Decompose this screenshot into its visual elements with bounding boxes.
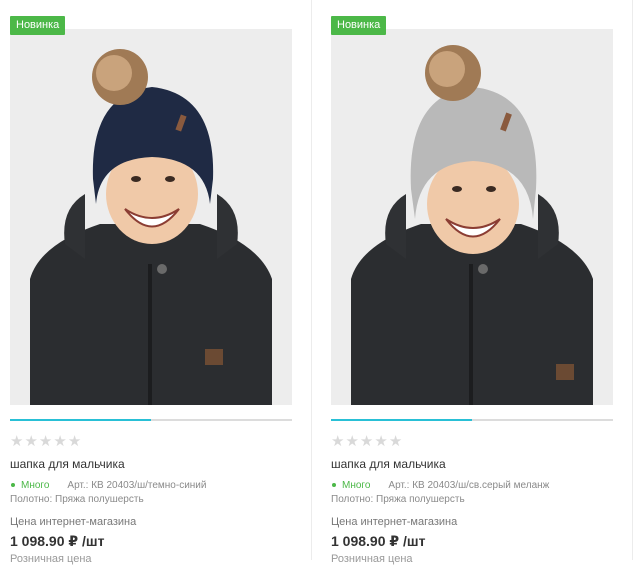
product-card[interactable]: Новинка ★ ★ ★ ★ ★ шапка для мальчика Мно… (321, 0, 632, 565)
retail-price-label: Розничная цена (10, 553, 92, 565)
star-icon[interactable]: ★ (374, 433, 387, 449)
column-divider (311, 0, 312, 560)
price-label: Цена интернет-магазина (10, 516, 137, 528)
product-image[interactable] (331, 29, 613, 405)
new-badge: Новинка (331, 16, 387, 35)
stock-row: Много Арт.: КВ 20403/ш/св.серый меланж (331, 478, 549, 492)
product-card[interactable]: Новинка ★ ★ ★ ★ ★ шапка для мальчика Мно… (0, 0, 311, 565)
stock-row: Много Арт.: КВ 20403/ш/темно-синий (10, 478, 206, 492)
rating-stars[interactable]: ★ ★ ★ ★ ★ (331, 433, 402, 449)
price: 1 098.90 ₽ /шт (331, 533, 426, 549)
star-icon[interactable]: ★ (331, 433, 344, 449)
image-slider-progress[interactable] (10, 419, 292, 421)
stock-dot-icon (332, 483, 336, 487)
star-icon[interactable]: ★ (345, 433, 358, 449)
progress-fill (10, 419, 151, 421)
article-number: Арт.: КВ 20403/ш/св.серый меланж (388, 479, 550, 491)
rating-stars[interactable]: ★ ★ ★ ★ ★ (10, 433, 81, 449)
image-slider-progress[interactable] (331, 419, 613, 421)
material-info: Полотно: Пряжа полушерсть (10, 494, 144, 505)
new-badge: Новинка (10, 16, 66, 35)
star-icon[interactable]: ★ (68, 433, 81, 449)
stock-status: Много (342, 479, 371, 491)
retail-price-label: Розничная цена (331, 553, 413, 565)
stock-dot-icon (11, 483, 15, 487)
star-icon[interactable]: ★ (10, 433, 23, 449)
star-icon[interactable]: ★ (360, 433, 373, 449)
stock-status: Много (21, 479, 50, 491)
article-number: Арт.: КВ 20403/ш/темно-синий (67, 479, 207, 491)
star-icon[interactable]: ★ (24, 433, 37, 449)
product-image[interactable] (10, 29, 292, 405)
progress-fill (331, 419, 472, 421)
star-icon[interactable]: ★ (389, 433, 402, 449)
price: 1 098.90 ₽ /шт (10, 533, 105, 549)
product-title[interactable]: шапка для мальчика (10, 457, 125, 471)
star-icon[interactable]: ★ (39, 433, 52, 449)
column-divider (632, 0, 633, 560)
price-label: Цена интернет-магазина (331, 516, 458, 528)
product-title[interactable]: шапка для мальчика (331, 457, 446, 471)
star-icon[interactable]: ★ (53, 433, 66, 449)
material-info: Полотно: Пряжа полушерсть (331, 494, 465, 505)
